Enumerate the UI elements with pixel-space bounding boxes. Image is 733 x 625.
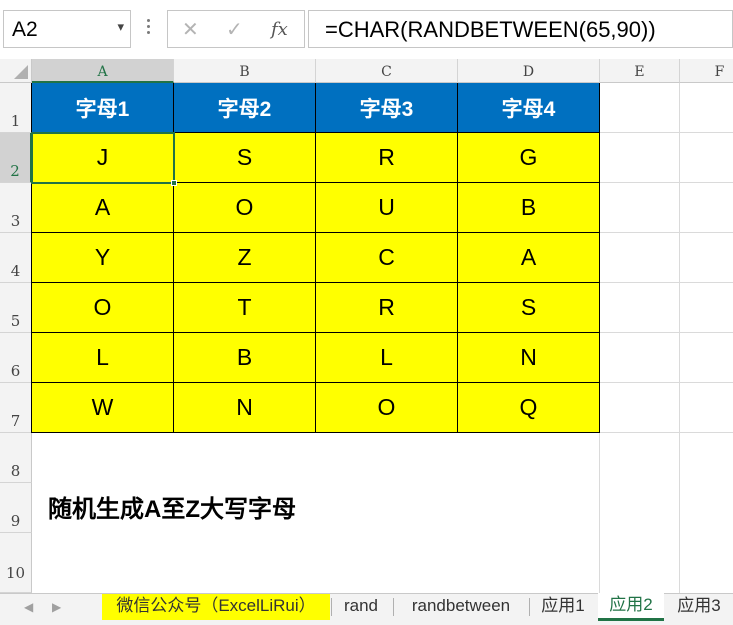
table-cell[interactable]: G	[458, 133, 600, 183]
row-number: 3	[10, 212, 21, 230]
row-header-9[interactable]: 9	[0, 483, 32, 533]
table-cell[interactable]: C	[316, 233, 458, 283]
spreadsheet-grid[interactable]: A B C D E F 1 2 3 4 5 6 7 8 9 10 字母1 字母2…	[0, 59, 733, 593]
sheet-tab-wechat[interactable]: 微信公众号（ExcelLiRui）	[102, 594, 330, 620]
table-cell[interactable]: A	[32, 183, 174, 233]
table-cell[interactable]: N	[458, 333, 600, 383]
gridline	[599, 433, 600, 593]
table-left-border	[31, 83, 32, 433]
name-box[interactable]: A2 ▾	[3, 10, 131, 48]
sheet-tab-app1[interactable]: 应用1	[532, 594, 594, 620]
table-cell[interactable]: R	[316, 283, 458, 333]
table-cell[interactable]: J	[32, 133, 174, 183]
formula-bar: A2 ▾ ✕ ✓ fx =CHAR(RANDBETWEEN(65,90))	[0, 0, 733, 58]
enter-icon[interactable]: ✓	[226, 17, 243, 42]
select-all-button[interactable]	[0, 59, 32, 83]
formula-input[interactable]: =CHAR(RANDBETWEEN(65,90))	[308, 10, 733, 48]
row-number: 8	[10, 462, 21, 480]
scroll-tabs-left-icon[interactable]: ◀	[24, 600, 33, 614]
column-header-c[interactable]: C	[316, 59, 458, 83]
table-header-cell[interactable]: 字母1	[32, 83, 174, 133]
gridline	[600, 182, 733, 183]
table-cell[interactable]: O	[174, 183, 316, 233]
scroll-tabs-right-icon[interactable]: ▶	[52, 600, 61, 614]
table-cell[interactable]: O	[32, 283, 174, 333]
table-cell[interactable]: L	[32, 333, 174, 383]
formula-text: =CHAR(RANDBETWEEN(65,90))	[325, 17, 656, 42]
row-header-10[interactable]: 10	[0, 533, 32, 593]
name-box-value: A2	[12, 18, 38, 41]
table-cell[interactable]: R	[316, 133, 458, 183]
sheet-tab-app3[interactable]: 应用3	[668, 594, 730, 620]
gridline	[600, 382, 733, 383]
table-cell[interactable]: N	[174, 383, 316, 433]
tab-separator	[331, 598, 332, 616]
row-number: 2	[10, 162, 20, 180]
column-header-f[interactable]: F	[680, 59, 733, 83]
column-header-e[interactable]: E	[600, 59, 680, 83]
sheet-tab-rand[interactable]: rand	[333, 594, 389, 620]
gridline	[600, 232, 733, 233]
select-all-triangle-icon	[14, 65, 28, 79]
table-cell[interactable]: Q	[458, 383, 600, 433]
table-cell[interactable]: B	[174, 333, 316, 383]
row-header-5[interactable]: 5	[0, 283, 32, 333]
row-number: 6	[10, 362, 21, 380]
gridline	[600, 332, 733, 333]
row-header-7[interactable]: 7	[0, 383, 32, 433]
note-text: 随机生成A至Z大写字母	[48, 496, 296, 523]
table-cell[interactable]: A	[458, 233, 600, 283]
column-header-d[interactable]: D	[458, 59, 600, 83]
row-number: 5	[10, 312, 21, 330]
table-cell[interactable]: W	[32, 383, 174, 433]
table-cell[interactable]: L	[316, 333, 458, 383]
row-number: 9	[10, 512, 21, 530]
column-header-b[interactable]: B	[174, 59, 316, 83]
tab-separator	[529, 598, 530, 616]
table-cell[interactable]: O	[316, 383, 458, 433]
row-header-1[interactable]: 1	[0, 83, 32, 133]
table-cell[interactable]: S	[458, 283, 600, 333]
column-header-a[interactable]: A	[32, 59, 174, 83]
sheet-tab-bar: ◀ ▶ 微信公众号（ExcelLiRui） rand randbetween 应…	[0, 593, 733, 625]
table-cell[interactable]: U	[316, 183, 458, 233]
gridline	[600, 282, 733, 283]
table-header-cell[interactable]: 字母2	[174, 83, 316, 133]
more-options-icon[interactable]	[143, 16, 153, 42]
gridline	[600, 432, 733, 433]
gridline	[679, 83, 680, 593]
row-header-8[interactable]: 8	[0, 433, 32, 483]
row-header-3[interactable]: 3	[0, 183, 32, 233]
formula-buttons: ✕ ✓ fx	[167, 10, 305, 48]
row-number: 4	[10, 262, 21, 280]
table-cell[interactable]: Y	[32, 233, 174, 283]
table-cell[interactable]: S	[174, 133, 316, 183]
table-cell[interactable]: T	[174, 283, 316, 333]
gridline	[600, 132, 733, 133]
fill-handle[interactable]	[171, 180, 177, 186]
row-header-6[interactable]: 6	[0, 333, 32, 383]
row-number: 7	[10, 412, 21, 430]
table-cell[interactable]: B	[458, 183, 600, 233]
row-header-4[interactable]: 4	[0, 233, 32, 283]
insert-function-icon[interactable]: fx	[271, 19, 288, 40]
table-header-cell[interactable]: 字母3	[316, 83, 458, 133]
row-header-2[interactable]: 2	[0, 133, 32, 183]
row-number: 1	[10, 112, 21, 130]
table-cell[interactable]: Z	[174, 233, 316, 283]
chevron-down-icon[interactable]: ▾	[117, 19, 124, 35]
sheet-tab-randbetween[interactable]: randbetween	[398, 594, 524, 620]
sheet-tab-app2[interactable]: 应用2	[598, 593, 664, 621]
tab-separator	[393, 598, 394, 616]
cancel-icon[interactable]: ✕	[182, 17, 199, 42]
table-header-cell[interactable]: 字母4	[458, 83, 600, 133]
row-number: 10	[5, 564, 26, 582]
